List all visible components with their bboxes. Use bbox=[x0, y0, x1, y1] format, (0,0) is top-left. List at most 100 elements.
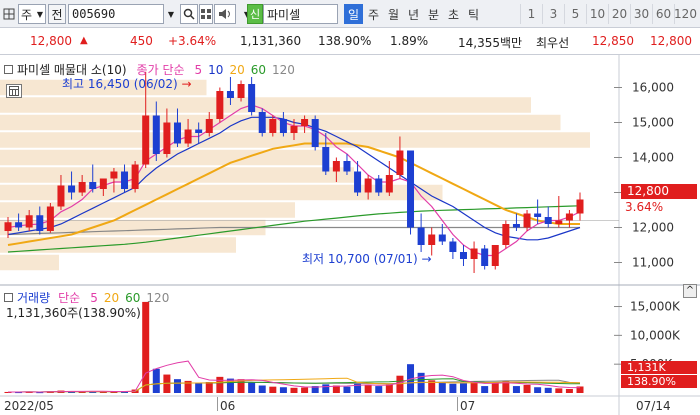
interval-tab-60[interactable]: 60 bbox=[652, 4, 674, 24]
volume-bar bbox=[534, 387, 542, 393]
interval-tab-1[interactable]: 1 bbox=[520, 4, 542, 24]
candle-body bbox=[173, 122, 181, 144]
price-tick-label: 14,000 bbox=[632, 151, 674, 165]
volume-ma-legend-20: 20 bbox=[103, 290, 120, 305]
period-tab-6[interactable]: 틱 bbox=[464, 4, 483, 24]
candle-body bbox=[385, 175, 393, 193]
ma-legend-120: 120 bbox=[272, 62, 295, 77]
candle-body bbox=[78, 182, 86, 193]
ma-legend-5: 5 bbox=[194, 62, 203, 77]
volume-profile-bar bbox=[0, 167, 354, 183]
interval-tab-120[interactable]: 120 bbox=[674, 4, 697, 24]
volume-ma-legend-60: 60 bbox=[125, 290, 141, 305]
arrow-right-icon: → bbox=[177, 77, 192, 91]
period-tab-3[interactable]: 년 bbox=[404, 4, 423, 24]
speaker-icon[interactable] bbox=[214, 4, 236, 24]
search-icon[interactable] bbox=[180, 4, 198, 24]
x-axis-tick bbox=[217, 397, 218, 411]
candle-body bbox=[89, 182, 97, 189]
candle-body bbox=[36, 215, 44, 231]
turnover-rate: 1.89% bbox=[390, 34, 429, 48]
volume-bar bbox=[523, 384, 531, 393]
candle-body bbox=[417, 227, 425, 245]
volume-bar bbox=[258, 385, 266, 393]
interval-tab-10[interactable]: 10 bbox=[586, 4, 608, 24]
trade-value: 14,355백만 bbox=[458, 36, 523, 50]
volume-bar bbox=[290, 387, 298, 393]
interval-tab-3[interactable]: 3 bbox=[542, 4, 564, 24]
candle-body bbox=[131, 164, 139, 189]
code-dropdown-icon[interactable]: ▼ bbox=[164, 4, 178, 24]
candle-body bbox=[57, 185, 65, 207]
interval-tab-20[interactable]: 20 bbox=[608, 4, 630, 24]
volume-ma-legend-5: 5 bbox=[90, 290, 98, 305]
volume-bar bbox=[555, 388, 563, 393]
best-ask-label: 최우선 bbox=[536, 36, 570, 50]
candle-body bbox=[332, 161, 340, 172]
candle-body bbox=[99, 178, 107, 189]
candle-body bbox=[396, 150, 404, 175]
volume-bar bbox=[343, 386, 351, 393]
current-price: 12,800 bbox=[30, 34, 72, 48]
market-type-select[interactable]: 주 ▼ bbox=[18, 4, 46, 24]
last-price-tag: 12,800 bbox=[621, 184, 697, 199]
volume-tick-label: 15,000K bbox=[630, 300, 681, 314]
volume-bar bbox=[364, 384, 372, 393]
price-chart[interactable]: 16,00015,00014,00013,00012,00011,00015,0… bbox=[0, 55, 700, 415]
volume-ma-legend-120: 120 bbox=[146, 290, 170, 305]
collapse-panel-icon[interactable]: ^ bbox=[683, 284, 697, 298]
candle-body bbox=[523, 213, 531, 228]
grid-small-icon[interactable] bbox=[199, 4, 213, 24]
period-tab-1[interactable]: 주 bbox=[364, 4, 383, 24]
interval-tab-30[interactable]: 30 bbox=[630, 4, 652, 24]
high-price-note: 최고 16,450 (06/02) → bbox=[62, 75, 192, 92]
volume-bar bbox=[459, 383, 467, 393]
period-tab-5[interactable]: 초 bbox=[444, 4, 463, 24]
period-tab-2[interactable]: 월 bbox=[384, 4, 403, 24]
period-tab-0[interactable]: 일 bbox=[344, 4, 363, 24]
grid-menu-icon[interactable] bbox=[2, 4, 16, 24]
volume-summary: 1,131,360주(138.90%) bbox=[6, 306, 141, 320]
x-axis-label: 07 bbox=[460, 399, 476, 413]
price-tick-label: 11,000 bbox=[632, 256, 674, 270]
interval-tab-5[interactable]: 5 bbox=[564, 4, 586, 24]
volume-bar bbox=[396, 375, 404, 393]
volume-bar bbox=[301, 387, 309, 393]
price-tick-label: 12,000 bbox=[632, 221, 674, 235]
candle-body bbox=[354, 171, 362, 193]
candle-body bbox=[121, 171, 129, 189]
arrow-right-icon: → bbox=[417, 252, 432, 266]
calculator-icon[interactable] bbox=[6, 84, 22, 98]
stock-name-field[interactable]: 파미셀 bbox=[263, 4, 338, 24]
candle-body bbox=[481, 248, 489, 266]
last-volume-tag: 1,131K bbox=[621, 361, 697, 374]
volume-value: 1,131,360 bbox=[240, 34, 302, 48]
price-tick-label: 16,000 bbox=[632, 81, 674, 95]
best-bid-price: 12,800 bbox=[650, 34, 692, 48]
candle-body bbox=[491, 245, 499, 266]
low-price-note: 최저 10,700 (07/01) → bbox=[302, 250, 432, 267]
volume-bar bbox=[565, 388, 573, 393]
volume-bar bbox=[216, 376, 224, 393]
candle-body bbox=[544, 217, 552, 224]
candle-body bbox=[184, 129, 192, 144]
code-menu-button[interactable]: 전 bbox=[48, 4, 66, 24]
last-volume-tag-text: 1,131K bbox=[627, 361, 666, 374]
candle-body bbox=[195, 129, 203, 133]
candle-body bbox=[576, 199, 584, 214]
candle-body bbox=[512, 224, 520, 228]
volume-tick-label: 10,000K bbox=[630, 328, 681, 342]
candle-body bbox=[248, 84, 256, 112]
period-tab-4[interactable]: 분 bbox=[424, 4, 443, 24]
stock-code-input[interactable]: 005690 bbox=[68, 4, 164, 24]
candle-body bbox=[4, 222, 12, 231]
candle-body bbox=[428, 234, 436, 245]
volume-bar bbox=[438, 382, 446, 393]
volume-bar bbox=[544, 387, 552, 393]
candle-body bbox=[110, 171, 118, 179]
candle-body bbox=[364, 178, 372, 193]
candle-body bbox=[290, 126, 298, 133]
legend-box-icon bbox=[4, 65, 13, 74]
x-axis-label: 2022/05 bbox=[4, 399, 54, 413]
volume-bar bbox=[269, 386, 277, 393]
